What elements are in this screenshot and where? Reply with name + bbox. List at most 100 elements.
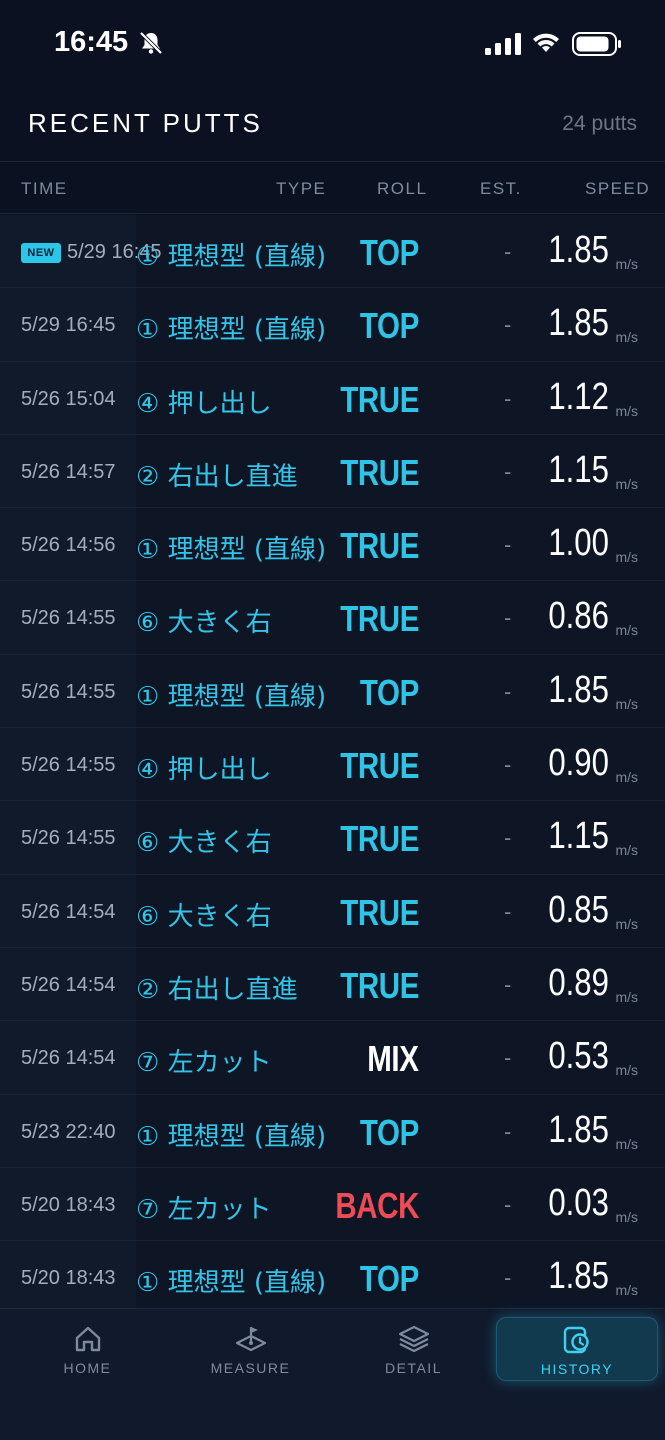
putt-speed: 1.85 [548,1108,609,1151]
speed-unit: m/s [615,769,638,786]
measure-icon [235,1327,266,1352]
putt-est: - [504,898,512,924]
putt-list[interactable]: NEW 5/29 16:45 ① 理想型 (直線) TOP -1.85 m/s 5/29 1… [0,215,665,1308]
column-header-time: TIME [21,179,68,198]
putt-row[interactable]: 5/26 14:54 ⑦ 左カット MIX - 0.53 m/s [0,1021,665,1095]
nav-measure[interactable]: MEASURE [169,1317,332,1383]
bottom-nav: HOME MEASURE DETAIL HISTORY [0,1308,665,1440]
putt-est: - [504,605,512,631]
putt-roll: TOP [360,671,419,713]
speed-unit: m/s [615,988,638,1005]
putt-speed: 0.86 [548,595,609,638]
putt-type: ⑦ 左カット [136,1048,272,1079]
putt-row[interactable]: 5/26 14:55 ⑥ 大きく右 TRUE - 0.86 m/s [0,581,665,655]
nav-home[interactable]: HOME [6,1317,169,1383]
nav-measure-label: MEASURE [210,1360,291,1376]
putt-est: - [504,312,512,338]
putt-row[interactable]: 5/20 18:43 ⑦ 左カット BACK - 0.03 m/s [0,1167,665,1242]
putt-roll: TRUE [340,378,419,420]
putt-time: 5/26 14:55 [21,607,116,630]
putt-row[interactable]: 5/26 14:55 ⑥ 大きく右 TRUE - 1.15 m/s [0,801,665,875]
putt-est: - [504,1191,512,1217]
putt-time: 5/26 15:04 [21,387,116,410]
putt-type: ⑥ 大きく右 [136,901,272,932]
putt-est: - [504,678,512,704]
speed-unit: m/s [615,695,638,712]
putt-time: 5/20 18:43 [21,1267,116,1290]
column-header-est: EST. [480,179,522,198]
putt-roll: TRUE [340,891,419,933]
putt-roll: TRUE [340,598,419,640]
bell-muted-icon [139,31,163,55]
putt-est: - [504,239,512,264]
nav-history[interactable]: HISTORY [496,1317,658,1381]
signal-icon [485,33,521,55]
putt-time: 5/26 14:57 [21,460,116,483]
putt-est: - [504,971,512,997]
page-title: RECENT PUTTS [28,108,263,138]
putt-roll: MIX [367,1038,420,1080]
putt-roll: TOP [360,232,419,273]
putt-type: ④ 押し出し [136,755,272,786]
putt-roll: TRUE [340,525,419,567]
putt-speed: 1.85 [548,668,609,711]
putt-time: 5/26 14:54 [21,900,116,923]
speed-unit: m/s [615,256,638,272]
table-header: TIME TYPE ROLL EST. SPEED [0,162,665,214]
new-badge: NEW [21,243,61,263]
putt-est: - [504,1045,512,1071]
putt-speed: 1.15 [548,815,609,858]
speed-unit: m/s [615,842,638,859]
putt-row[interactable]: NEW 5/29 16:45 ① 理想型 (直線) TOP -1.85 m/s [0,215,665,289]
putt-type: ① 理想型 (直線) [136,1121,327,1152]
putt-row[interactable]: 5/26 14:55 ④ 押し出し TRUE - 0.90 m/s [0,728,665,802]
putt-roll: TOP [360,1258,419,1300]
putt-row[interactable]: 5/29 16:45 ① 理想型 (直線) TOP - 1.85 m/s [0,288,665,362]
putt-type: ② 右出し直進 [136,461,298,492]
putt-speed: 1.12 [548,375,609,418]
putt-speed: 1.85 [548,229,609,271]
home-icon [75,1326,100,1352]
putt-time: 5/29 16:45 [21,314,116,337]
putt-time: 5/26 14:54 [21,1047,116,1070]
status-bar: 16:45 [0,0,665,90]
putt-est: - [504,1265,512,1291]
putt-row[interactable]: 5/26 15:04 ④ 押し出し TRUE - 1.12 m/s [0,361,665,435]
putt-speed: 0.89 [548,961,609,1004]
putt-row[interactable]: 5/26 14:55 ① 理想型 (直線) TOP - 1.85 m/s [0,654,665,729]
putt-speed: 0.03 [548,1181,609,1224]
putt-row[interactable]: 5/20 18:43 ① 理想型 (直線) TOP - 1.85 m/s [0,1241,665,1308]
speed-unit: m/s [615,1208,638,1225]
putt-est: - [504,752,512,778]
putt-roll: TRUE [340,818,419,860]
putt-time: 5/26 14:55 [21,754,116,777]
speed-unit: m/s [615,1282,638,1299]
putt-type: ② 右出し直進 [136,974,298,1005]
putt-row[interactable]: 5/26 14:54 ② 右出し直進 TRUE - 0.89 m/s [0,947,665,1022]
putt-speed: 0.53 [548,1035,609,1078]
putt-est: - [504,1118,512,1144]
speed-unit: m/s [615,549,638,566]
battery-icon [572,32,621,56]
nav-detail-label: DETAIL [385,1360,442,1376]
column-header-type: TYPE [276,179,327,198]
nav-detail[interactable]: DETAIL [332,1317,495,1383]
putt-type: ④ 押し出し [136,388,272,419]
putt-time: 5/20 18:43 [21,1193,116,1216]
putt-time: 5/26 14:55 [21,680,116,703]
putt-speed: 0.85 [548,888,609,931]
putt-row[interactable]: 5/23 22:40 ① 理想型 (直線) TOP - 1.85 m/s [0,1094,665,1168]
putt-time: 5/26 14:54 [21,973,116,996]
putt-row[interactable]: 5/26 14:56 ① 理想型 (直線) TRUE - 1.00 m/s [0,508,665,582]
putt-roll: TOP [360,305,419,347]
nav-history-label: HISTORY [540,1361,614,1377]
page-header: RECENT PUTTS 24 putts [0,90,665,162]
putt-row[interactable]: 5/26 14:54 ⑥ 大きく右 TRUE - 0.85 m/s [0,874,665,948]
putt-type: ① 理想型 (直線) [136,681,327,712]
putt-est: - [504,532,512,558]
speed-unit: m/s [615,402,638,419]
putt-row[interactable]: 5/26 14:57 ② 右出し直進 TRUE - 1.15 m/s [0,434,665,509]
status-time: 16:45 [54,26,129,58]
history-icon [563,1326,589,1354]
column-header-speed: SPEED [585,179,651,198]
